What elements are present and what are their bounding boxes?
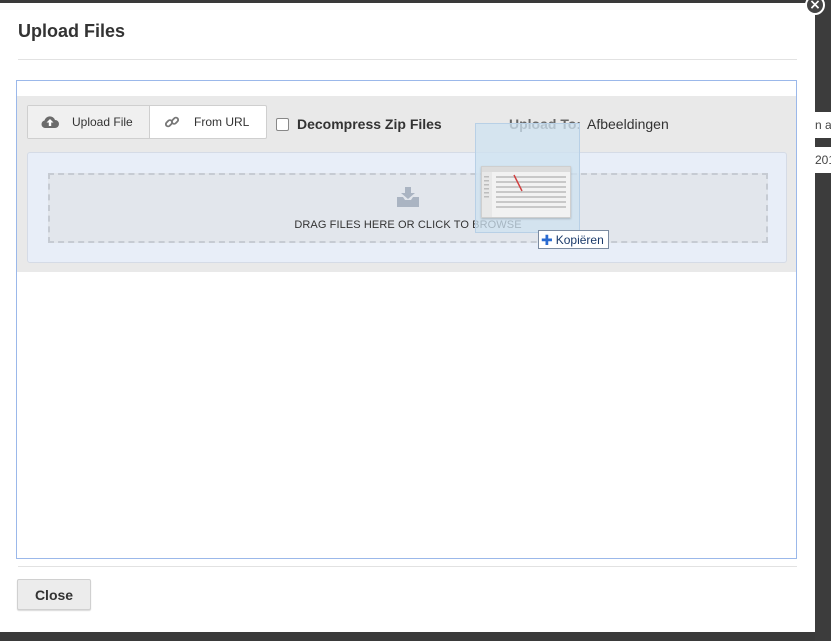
copy-label: Kopiëren [555,232,604,247]
background-text: 201 [815,147,831,173]
download-tray-icon [395,185,421,214]
upload-toolbar: Upload File From URL Decompress Zip File… [17,96,796,272]
close-button[interactable]: Close [17,579,91,610]
upload-file-label: Upload File [72,115,133,129]
from-url-button[interactable]: From URL [150,106,266,138]
decompress-option: Decompress Zip Files [276,116,442,132]
copy-drop-indicator: ✚ Kopiëren [538,230,609,249]
background-text: n a [815,112,831,138]
from-url-label: From URL [194,115,250,129]
cloud-upload-icon [40,112,60,132]
drag-preview [475,123,580,233]
dropzone[interactable]: DRAG FILES HERE OR CLICK TO BROWSE [48,173,768,243]
source-tabs: Upload File From URL [27,105,267,139]
upload-dialog: Upload Files Upload File From URL Decomp… [0,0,825,632]
decompress-label: Decompress Zip Files [297,116,442,132]
dialog-title: Upload Files [18,21,126,41]
plus-icon: ✚ [541,231,553,248]
link-icon [162,112,182,132]
dropzone-container: DRAG FILES HERE OR CLICK TO BROWSE [27,152,787,263]
backdrop [815,0,831,641]
divider [18,566,797,567]
decompress-checkbox[interactable] [276,117,289,131]
upload-file-button[interactable]: Upload File [28,106,150,138]
dragged-file-thumbnail [481,166,571,218]
upload-to-folder[interactable]: Afbeeldingen [587,116,669,132]
dropzone-text: DRAG FILES HERE OR CLICK TO BROWSE [294,219,522,231]
upload-panel: Upload File From URL Decompress Zip File… [16,80,797,559]
divider [18,59,797,60]
